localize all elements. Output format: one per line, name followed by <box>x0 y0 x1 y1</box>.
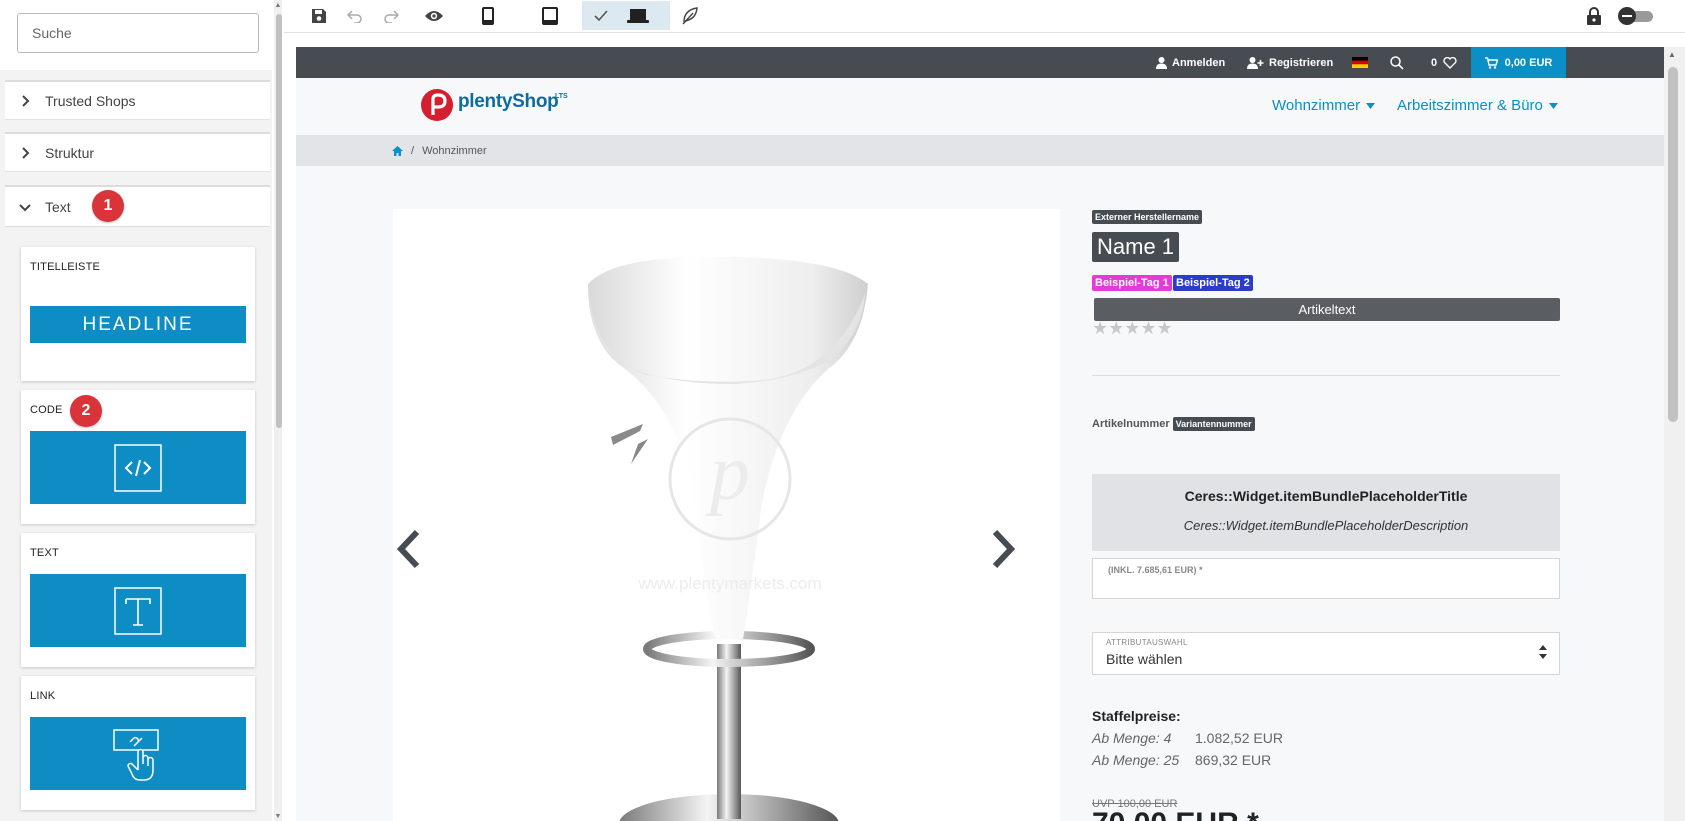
sidebar-search-area <box>0 0 272 70</box>
save-icon <box>312 9 326 23</box>
bundle-title: Ceres::Widget.itemBundlePlaceholderTitle <box>1184 488 1468 504</box>
accordion-label: Trusted Shops <box>45 92 136 109</box>
product-name: Name 1 <box>1092 232 1180 262</box>
mobile-icon <box>482 7 494 25</box>
sidebar-scrollbar-thumb[interactable] <box>276 14 282 428</box>
tablet-icon <box>542 7 558 25</box>
watermark-text: www.plentymarkets.com <box>637 574 821 593</box>
chevron-left-icon[interactable] <box>395 529 423 569</box>
manufacturer-tag: Externer Herstellername <box>1092 210 1203 224</box>
product-image: p www.plentymarkets.com <box>588 256 868 821</box>
widget-text[interactable]: TEXT <box>21 533 255 667</box>
lock-button[interactable] <box>1584 4 1604 28</box>
shop-preview: Anmelden Registrieren 0 0,00 EUR plentyS… <box>296 47 1664 821</box>
text-t-icon <box>114 586 162 635</box>
widget-code[interactable]: CODE <box>21 390 255 524</box>
widget-link[interactable]: LINK <box>21 676 255 810</box>
product-image-gallery: p www.plentymarkets.com <box>393 209 1060 821</box>
accordion-struktur[interactable]: Struktur <box>5 132 270 172</box>
code-icon <box>114 443 162 492</box>
link-hand-icon <box>113 728 159 781</box>
widget-title: TITELLEISTE <box>30 261 101 273</box>
scroll-up-icon[interactable]: ▲ <box>1668 50 1676 59</box>
scroll-up-icon[interactable]: ▲ <box>274 0 282 10</box>
widget-title: TEXT <box>30 547 59 559</box>
redo-icon <box>384 10 399 23</box>
divider <box>1092 375 1560 376</box>
rating-stars: ★★★★★ <box>1092 318 1173 338</box>
chevron-right-icon <box>5 94 45 107</box>
save-button[interactable] <box>308 4 330 28</box>
style-button[interactable] <box>679 4 701 28</box>
link-preview <box>30 717 246 790</box>
tier-price-row: Ab Menge: 4 1.082,52 EUR <box>1092 730 1283 746</box>
tier-price-row: Ab Menge: 25 869,32 EUR <box>1092 752 1272 768</box>
breadcrumb-item[interactable]: Wohnzimmer <box>422 145 487 157</box>
app-window: Trusted Shops Struktur Text 1 TITELLEIST… <box>0 0 1685 821</box>
laptop-icon <box>627 9 649 23</box>
bundle-description: Ceres::Widget.itemBundlePlaceholderDescr… <box>1183 518 1469 533</box>
headline-preview: HEADLINE <box>30 306 246 343</box>
attribute-select-label: ATTRIBUTAUSWAHL <box>1106 638 1188 647</box>
check-icon <box>591 4 611 28</box>
accordion-label: Struktur <box>45 144 95 161</box>
product-price: 70,00 EUR * <box>1092 807 1259 821</box>
mobile-view-button[interactable] <box>478 4 498 28</box>
logo-text[interactable]: plentyShop <box>458 91 559 113</box>
scroll-down-icon[interactable]: ▼ <box>274 811 282 821</box>
breadcrumb-separator: / <box>411 144 415 157</box>
step-badge-1: 1 <box>92 190 124 222</box>
widget-title: CODE <box>30 404 63 416</box>
accordion-trusted-shops[interactable]: Trusted Shops <box>5 80 270 120</box>
headline-preview-text: HEADLINE <box>82 313 194 335</box>
product-details: Externer Herstellername Name 1 Beispiel-… <box>1092 47 1562 821</box>
tablet-view-button[interactable] <box>540 4 560 28</box>
eye-icon <box>425 11 443 21</box>
article-number: Artikelnummer Variantennummer <box>1092 417 1255 431</box>
undo-button[interactable] <box>344 4 366 28</box>
editor-toolbar <box>284 0 1685 33</box>
plentyshop-logo-icon[interactable] <box>420 88 454 127</box>
sort-arrows-icon <box>1539 645 1547 659</box>
product-tag-1[interactable]: Beispiel-Tag 1 <box>1092 275 1172 291</box>
accordion-label: Text <box>45 198 71 215</box>
attribute-select[interactable]: ATTRIBUTAUSWAHL Bitte wählen <box>1092 632 1560 675</box>
chevron-right-icon[interactable] <box>989 529 1017 569</box>
vat-text: (INKL. 7.685,61 EUR) * <box>1108 565 1203 575</box>
toggle-switch[interactable] <box>1616 4 1656 28</box>
search-input[interactable] <box>17 13 259 53</box>
preview-scrollbar-thumb[interactable] <box>1668 67 1678 422</box>
feather-icon <box>682 7 698 25</box>
redo-button[interactable] <box>380 4 402 28</box>
widget-titelleiste[interactable]: TITELLEISTE HEADLINE <box>21 247 255 381</box>
vat-info-box: (INKL. 7.685,61 EUR) * <box>1092 558 1560 599</box>
code-preview <box>30 431 246 504</box>
chevron-down-icon <box>5 202 45 212</box>
variant-number-tag: Variantennummer <box>1172 417 1255 431</box>
step-badge-2: 2 <box>70 395 102 427</box>
widget-sidebar: Trusted Shops Struktur Text 1 TITELLEIST… <box>0 0 272 821</box>
laptop-view-button[interactable] <box>626 4 650 28</box>
lock-icon <box>1587 7 1601 25</box>
preview-button[interactable] <box>422 4 446 28</box>
product-tag-2[interactable]: Beispiel-Tag 2 <box>1173 275 1253 291</box>
svg-text:p: p <box>705 429 750 517</box>
undo-icon <box>347 10 362 23</box>
attribute-select-value: Bitte wählen <box>1106 651 1183 667</box>
item-bundle-placeholder: Ceres::Widget.itemBundlePlaceholderTitle… <box>1092 474 1560 551</box>
logo-suffix: LTS <box>555 93 568 100</box>
accordion-text[interactable]: Text <box>5 185 270 227</box>
home-icon[interactable] <box>392 145 403 156</box>
tier-price-title: Staffelpreise: <box>1092 708 1181 724</box>
widget-title: LINK <box>30 690 56 702</box>
text-preview <box>30 574 246 647</box>
chevron-right-icon <box>5 146 45 159</box>
